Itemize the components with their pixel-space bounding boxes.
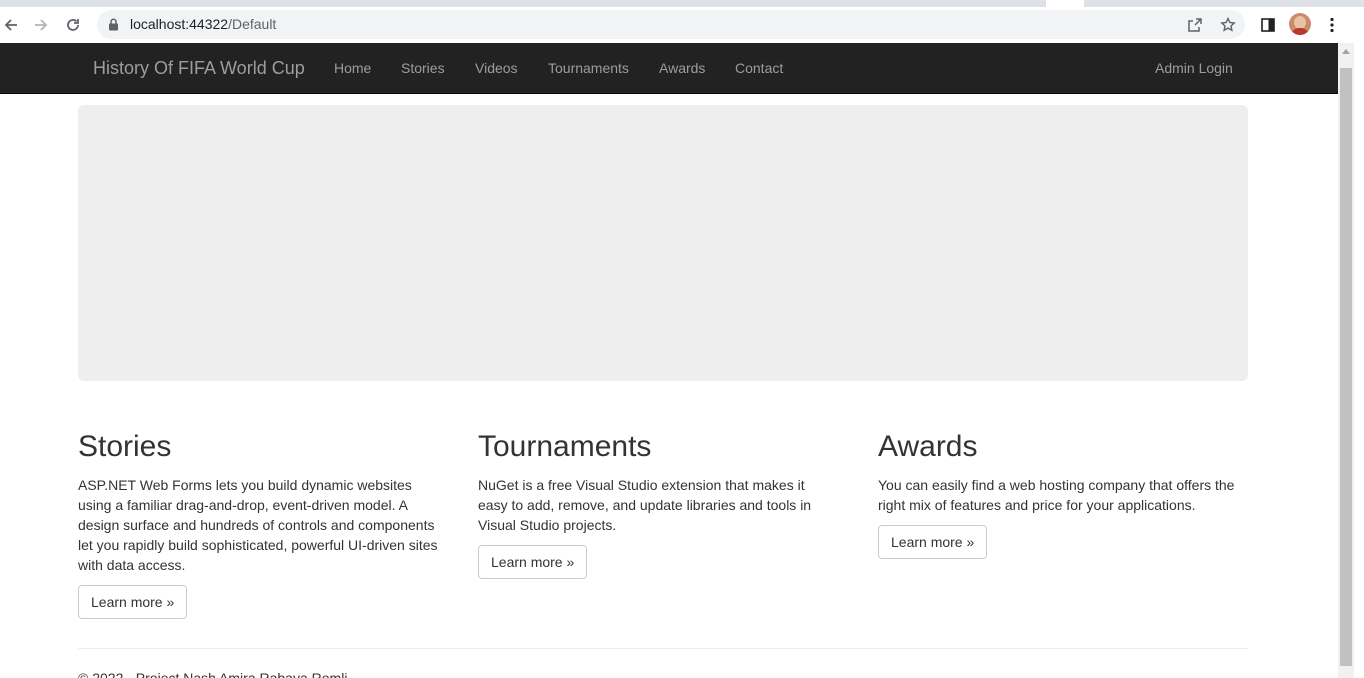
tournaments-text: NuGet is a free Visual Studio extension … <box>478 477 812 533</box>
lock-icon[interactable] <box>108 18 119 36</box>
tournaments-heading: Tournaments <box>478 430 652 463</box>
back-icon[interactable] <box>0 12 24 38</box>
address-bar[interactable]: localhost:44322/Default <box>97 10 1245 39</box>
site-brand[interactable]: History Of FIFA World Cup <box>93 58 305 79</box>
share-icon[interactable] <box>1186 16 1204 34</box>
active-tab[interactable] <box>1046 0 1084 7</box>
side-panel-icon[interactable] <box>1255 12 1281 38</box>
footer-divider <box>78 648 1248 649</box>
scrollbar-thumb[interactable] <box>1340 68 1352 666</box>
admin-login-link[interactable]: Admin Login <box>1155 60 1233 76</box>
nav-contact[interactable]: Contact <box>735 60 783 76</box>
url-text[interactable]: localhost:44322/Default <box>130 16 276 32</box>
forward-icon[interactable] <box>28 12 54 38</box>
reload-icon[interactable] <box>60 12 86 38</box>
nav-tournaments[interactable]: Tournaments <box>548 60 629 76</box>
nav-stories[interactable]: Stories <box>401 60 445 76</box>
nav-videos[interactable]: Videos <box>475 60 518 76</box>
nav-awards[interactable]: Awards <box>659 60 705 76</box>
site-navbar: History Of FIFA World Cup Home Stories V… <box>0 43 1338 94</box>
nav-home[interactable]: Home <box>334 60 371 76</box>
awards-learn-more-button[interactable]: Learn more » <box>878 525 988 559</box>
awards-column: Awards You can easily find a web hosting… <box>878 429 1238 559</box>
menu-icon[interactable] <box>1319 12 1345 38</box>
awards-heading: Awards <box>878 430 978 463</box>
browser-toolbar: localhost:44322/Default <box>0 7 1364 43</box>
stories-text: ASP.NET Web Forms lets you build dynamic… <box>78 477 438 573</box>
profile-avatar[interactable] <box>1289 13 1311 35</box>
page-viewport: History Of FIFA World Cup Home Stories V… <box>0 43 1338 678</box>
jumbotron <box>78 105 1248 381</box>
page-scrollbar[interactable] <box>1338 43 1354 678</box>
scroll-up-icon[interactable] <box>1342 49 1350 54</box>
stories-heading: Stories <box>78 430 172 463</box>
awards-text: You can easily find a web hosting compan… <box>878 477 1235 513</box>
stories-column: Stories ASP.NET Web Forms lets you build… <box>78 429 438 619</box>
tournaments-column: Tournaments NuGet is a free Visual Studi… <box>478 429 838 579</box>
footer-copyright: © 2022 - Project Nash Amira Rabaya Romli <box>78 670 348 678</box>
url-path: /Default <box>228 16 277 32</box>
tournaments-learn-more-button[interactable]: Learn more » <box>478 545 588 579</box>
window-edge <box>1354 43 1364 678</box>
stories-learn-more-button[interactable]: Learn more » <box>78 585 188 619</box>
url-host: localhost:44322 <box>130 16 229 32</box>
browser-tab-strip <box>0 0 1364 7</box>
star-icon[interactable] <box>1219 16 1237 34</box>
